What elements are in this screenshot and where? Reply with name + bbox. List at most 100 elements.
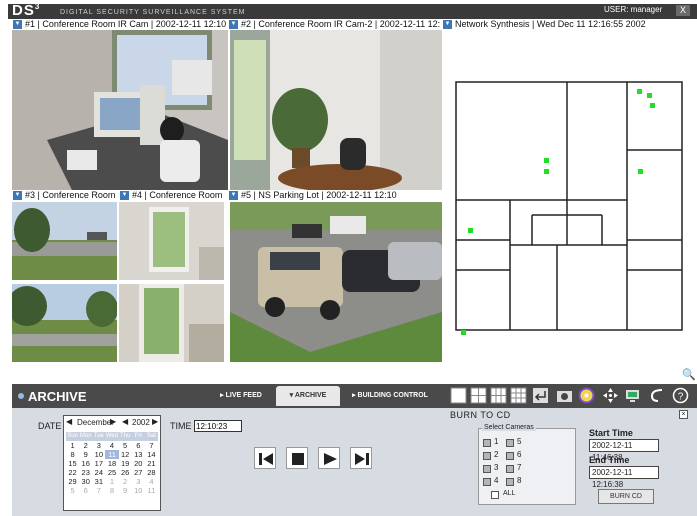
calendar-day[interactable]: 15 [66, 459, 79, 468]
calendar-day-outside[interactable]: 4 [145, 477, 158, 486]
calendar-day[interactable]: 22 [66, 468, 79, 477]
camera-6-checkbox[interactable] [506, 452, 514, 460]
calendar-day-outside[interactable]: 10 [132, 486, 145, 495]
next-month-icon[interactable]: ▶ [110, 417, 116, 426]
tab-archive[interactable]: ▾ ARCHIVE [276, 386, 340, 406]
calendar-day[interactable]: 21 [145, 459, 158, 468]
camera-4-dropdown[interactable]: ▼ [120, 191, 129, 200]
camera-5-dropdown[interactable]: ▼ [229, 191, 238, 200]
camera-3-dropdown[interactable]: ▼ [13, 191, 22, 200]
calendar-day-selected[interactable]: 11 [105, 450, 119, 459]
prev-year-icon[interactable]: ◀ [122, 417, 128, 426]
zoom-icon[interactable]: 🔍 [682, 368, 696, 381]
floor-plan-map[interactable]: 🔍 [442, 30, 697, 382]
time-input[interactable] [194, 420, 242, 432]
calendar-day-outside[interactable]: 5 [66, 486, 79, 495]
monitor-icon[interactable] [624, 387, 641, 404]
calendar-day[interactable]: 12 [119, 450, 132, 459]
calendar-day[interactable]: 30 [79, 477, 92, 486]
calendar-day[interactable]: 13 [132, 450, 145, 459]
calendar-day[interactable]: 27 [132, 468, 145, 477]
calendar-day-outside[interactable]: 8 [105, 486, 118, 495]
tab-live-feed[interactable]: ▸ LIVE FEED [207, 386, 275, 406]
stop-icon [292, 453, 304, 465]
layout-quad-icon[interactable] [470, 387, 487, 404]
camera-8-checkbox[interactable] [506, 478, 514, 486]
calendar-day[interactable]: 6 [132, 441, 145, 450]
calendar-day[interactable]: 18 [105, 459, 118, 468]
camera-1-dropdown[interactable]: ▼ [13, 20, 22, 29]
calendar-day[interactable]: 10 [92, 450, 105, 459]
next-year-icon[interactable]: ▶ [152, 417, 158, 426]
return-icon[interactable] [532, 387, 549, 404]
intercom-icon[interactable] [648, 387, 665, 404]
camera-5-checkbox[interactable] [506, 439, 514, 447]
calendar-day[interactable]: 5 [119, 441, 132, 450]
calendar-day[interactable]: 1 [66, 441, 79, 450]
camera-1-checkbox[interactable] [483, 439, 491, 447]
calendar-day[interactable]: 14 [145, 450, 158, 459]
layout-six-icon[interactable] [490, 387, 507, 404]
play-button[interactable] [318, 447, 340, 469]
calendar-day-outside[interactable]: 6 [79, 486, 92, 495]
end-time-field[interactable]: 2002-12-11 12:16:38 [589, 466, 659, 489]
camera-1-header: ▼ #1 | Conference Room IR Cam | 2002-12-1… [12, 19, 228, 30]
calendar-day[interactable]: 4 [105, 441, 118, 450]
calendar-day[interactable]: 19 [119, 459, 132, 468]
calendar-day[interactable]: 23 [79, 468, 92, 477]
calendar-day[interactable]: 25 [105, 468, 118, 477]
camera-4-checkbox[interactable] [483, 478, 491, 486]
calendar-day-outside[interactable]: 9 [119, 486, 132, 495]
calendar-day-outside[interactable]: 1 [105, 477, 118, 486]
calendar-day[interactable]: 20 [132, 459, 145, 468]
camera-2-dropdown[interactable]: ▼ [229, 20, 238, 29]
camera-4-feed[interactable] [119, 202, 224, 280]
calendar-day[interactable]: 24 [92, 468, 105, 477]
layout-single-icon[interactable] [450, 387, 467, 404]
calendar-day[interactable]: 2 [79, 441, 92, 450]
skip-forward-button[interactable] [350, 447, 372, 469]
help-icon[interactable]: ? [672, 387, 689, 404]
calendar-day-outside[interactable]: 2 [119, 477, 132, 486]
calendar-day[interactable]: 29 [66, 477, 79, 486]
calendar-day-outside[interactable]: 3 [132, 477, 145, 486]
camera-7-checkbox[interactable] [506, 465, 514, 473]
calendar-day[interactable]: 8 [66, 450, 79, 459]
burn-cd-button[interactable]: BURN CD [598, 489, 654, 504]
map-header: ▼ Network Synthesis | Wed Dec 11 12:16:55… [442, 19, 697, 30]
stop-button[interactable] [286, 447, 308, 469]
close-button[interactable]: X [676, 5, 690, 16]
layout-nine-icon[interactable] [510, 387, 527, 404]
camera-5-feed[interactable] [230, 202, 442, 362]
pan-tilt-icon[interactable] [602, 387, 619, 404]
calendar-day[interactable]: 26 [119, 468, 132, 477]
calendar-day-outside[interactable]: 11 [145, 486, 158, 495]
prev-month-icon[interactable]: ◀ [66, 417, 72, 426]
camera-3-feed[interactable] [12, 202, 117, 280]
camera-2-checkbox[interactable] [483, 452, 491, 460]
camera-2-feed[interactable] [230, 30, 442, 190]
all-cameras-checkbox[interactable] [491, 491, 499, 499]
calendar-day[interactable]: 31 [92, 477, 105, 486]
calendar-day[interactable]: 17 [92, 459, 105, 468]
tab-building-control[interactable]: ▸ BUILDING CONTROL [342, 386, 438, 406]
map-dropdown[interactable]: ▼ [443, 20, 452, 29]
calendar-day[interactable]: 3 [92, 441, 105, 450]
burn-cd-icon[interactable] [578, 387, 595, 404]
skip-back-button[interactable] [254, 447, 276, 469]
camera-5-header: ▼ #5 | NS Parking Lot | 2002-12-11 12:10 [228, 190, 442, 201]
burn-cd-close-button[interactable]: × [679, 410, 688, 419]
camera-2-title: #2 | Conference Room IR Cam-2 | 2002-12-… [241, 19, 441, 29]
start-time-field[interactable]: 2002-12-11 11:46:38 [589, 439, 659, 462]
calendar-grid: Sun Mon Tue Wed Thu Fri Sat 1234567 8 9 10 11 12 13… [66, 432, 158, 495]
camera-1-feed[interactable] [12, 30, 228, 190]
camera-3-checkbox[interactable] [483, 465, 491, 473]
calendar-day[interactable]: 7 [145, 441, 158, 450]
camera-7-feed[interactable] [119, 284, 224, 362]
camera-6-feed[interactable] [12, 284, 117, 362]
calendar-day[interactable]: 16 [79, 459, 92, 468]
calendar-day[interactable]: 9 [79, 450, 92, 459]
camera-snapshot-icon[interactable] [556, 387, 573, 404]
calendar-day[interactable]: 28 [145, 468, 158, 477]
calendar-day-outside[interactable]: 7 [92, 486, 105, 495]
